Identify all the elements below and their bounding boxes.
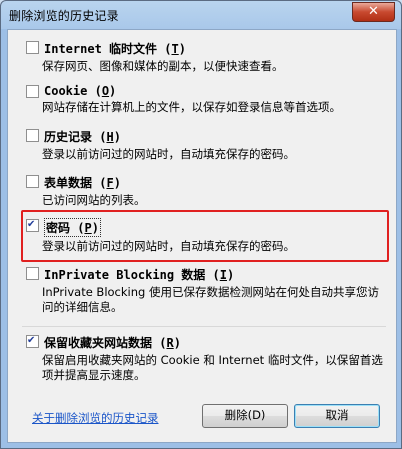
divider [22, 326, 386, 327]
option-temp-files: Internet 临时文件 (T) 保存网页、图像和媒体的副本，以便快速查看。 [26, 40, 386, 74]
option-form-data-desc: 已访问网站的列表。 [42, 193, 146, 207]
checkbox-temp-files[interactable] [26, 41, 39, 54]
option-temp-files-desc: 保存网页、图像和媒体的副本，以便快速查看。 [42, 59, 284, 73]
option-form-data-label[interactable]: 表单数据 (F) [44, 174, 121, 191]
option-preserve-favorites-label[interactable]: 保留收藏夹网站数据 (R) [44, 334, 181, 351]
option-inprivate-desc: InPrivate Blocking 使用已保存数据检测网站在何处自动共享您访问… [42, 285, 379, 314]
title-bar: 删除浏览的历史记录 ✕ [1, 1, 401, 29]
checkbox-history[interactable] [26, 129, 39, 142]
window-title: 删除浏览的历史记录 [9, 9, 119, 23]
option-form-data: 表单数据 (F) 已访问网站的列表。 [26, 174, 386, 208]
option-history-desc: 登录以前访问过的网站时，自动填充保存的密码。 [42, 147, 295, 161]
option-inprivate-label[interactable]: InPrivate Blocking 数据 (I) [44, 266, 234, 283]
option-passwords: 密码 (P) 登录以前访问过的网站时，自动填充保存的密码。 [26, 218, 386, 254]
option-cookie-label[interactable]: Cookie (O) [44, 84, 116, 98]
dialog-body: Internet 临时文件 (T) 保存网页、图像和媒体的副本，以便快速查看。 … [7, 29, 397, 443]
option-history: 历史记录 (H) 登录以前访问过的网站时，自动填充保存的密码。 [26, 128, 386, 162]
option-cookie-desc: 网站存储在计算机上的文件，以保存如登录信息等首选项。 [42, 100, 341, 114]
close-button[interactable]: ✕ [352, 2, 395, 22]
option-passwords-desc: 登录以前访问过的网站时，自动填充保存的密码。 [42, 239, 295, 253]
delete-history-dialog: 删除浏览的历史记录 ✕ Internet 临时文件 (T) 保存网页、图像和媒体… [0, 0, 402, 449]
checkbox-preserve-favorites[interactable] [26, 335, 39, 348]
option-inprivate: InPrivate Blocking 数据 (I) InPrivate Bloc… [26, 266, 386, 315]
checkbox-form-data[interactable] [26, 175, 39, 188]
option-temp-files-label[interactable]: Internet 临时文件 (T) [44, 40, 186, 57]
option-cookie: Cookie (O) 网站存储在计算机上的文件，以保存如登录信息等首选项。 [26, 84, 386, 115]
option-passwords-label[interactable]: 密码 (P) [44, 218, 101, 237]
checkbox-cookie[interactable] [26, 85, 39, 98]
option-preserve-favorites-desc: 保留启用收藏夹网站的 Cookie 和 Internet 临时文件，以保留首选项… [42, 353, 383, 382]
option-preserve-favorites: 保留收藏夹网站数据 (R) 保留启用收藏夹网站的 Cookie 和 Intern… [26, 334, 386, 383]
option-history-label[interactable]: 历史记录 (H) [44, 128, 121, 145]
watermark-logo [281, 410, 401, 446]
checkbox-passwords[interactable] [26, 219, 39, 232]
about-delete-history-link[interactable]: 关于删除浏览的历史记录 [32, 410, 159, 426]
delete-button[interactable]: 删除(D) [202, 404, 288, 428]
checkbox-inprivate[interactable] [26, 267, 39, 280]
